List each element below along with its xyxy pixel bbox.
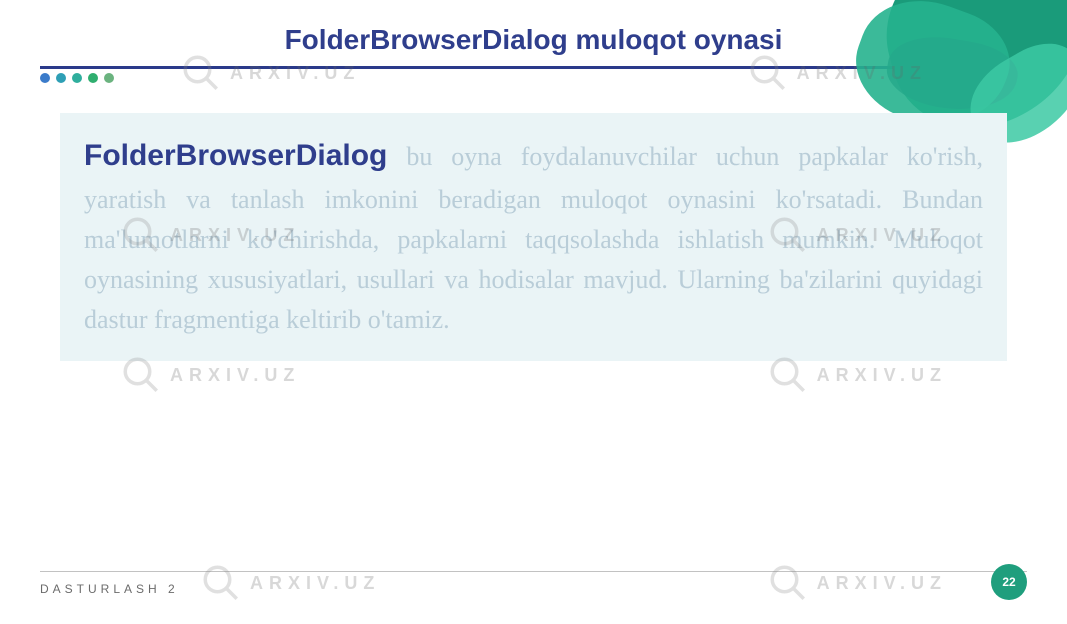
footer-divider [40, 571, 1027, 572]
footer-text: DASTURLASH 2 [40, 582, 179, 596]
content-box: FolderBrowserDialog bu oyna foydalanuvch… [60, 113, 1007, 361]
page-number: 22 [1002, 575, 1015, 589]
dot [56, 73, 66, 83]
content-paragraph: FolderBrowserDialog bu oyna foydalanuvch… [84, 133, 983, 341]
watermark-text: ARXIV.UZ [817, 365, 947, 386]
dot [104, 73, 114, 83]
dot [72, 73, 82, 83]
dot [88, 73, 98, 83]
content-lead: FolderBrowserDialog [84, 139, 387, 172]
slide-title: FolderBrowserDialog muloqot oynasi [0, 24, 1067, 56]
footer: DASTURLASH 2 22 [40, 582, 1027, 596]
page-number-badge: 22 [991, 564, 1027, 600]
dot [40, 73, 50, 83]
watermark-text: ARXIV.UZ [170, 365, 300, 386]
title-underline [40, 66, 1027, 69]
decorative-dots [40, 73, 1067, 83]
